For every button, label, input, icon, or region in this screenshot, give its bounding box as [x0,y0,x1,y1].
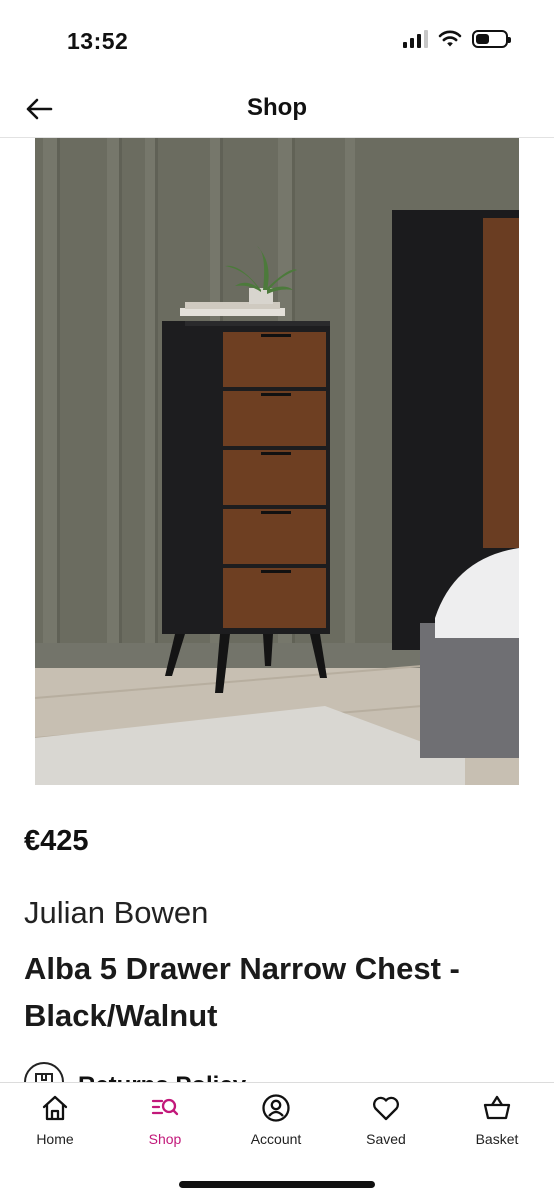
home-icon [42,1095,68,1121]
tab-label: Saved [366,1131,406,1147]
tab-label: Shop [148,1131,182,1147]
tab-saved[interactable]: Saved [341,1093,431,1157]
shop-search-icon [151,1098,179,1116]
basket-icon [483,1095,511,1120]
status-bar: 13:52 [0,0,554,80]
tab-home[interactable]: Home [10,1093,100,1157]
heart-icon [373,1096,399,1121]
tab-account[interactable]: Account [231,1093,321,1157]
status-time: 13:52 [67,28,129,54]
battery-icon [472,30,511,48]
product-photo-illustration [35,138,519,785]
product-image[interactable] [35,138,519,785]
top-nav-header: Shop [0,80,554,138]
product-price: €425 [24,825,89,857]
bottom-tab-bar: Home Shop Account Saved Basket [0,1082,554,1200]
tab-label: Account [250,1131,302,1147]
status-icons [403,30,511,48]
page-title: Shop [247,94,307,121]
home-indicator [179,1181,375,1188]
account-icon [262,1094,290,1122]
tab-basket[interactable]: Basket [452,1093,542,1157]
wifi-icon [438,30,462,47]
tab-label: Basket [475,1131,519,1147]
tab-label: Home [36,1131,74,1147]
product-brand[interactable]: Julian Bowen [24,895,208,931]
product-title: Alba 5 Drawer Narrow Chest - Black/Walnu… [24,951,460,1033]
tab-shop[interactable]: Shop [120,1093,210,1157]
cellular-signal-icon [403,30,428,48]
